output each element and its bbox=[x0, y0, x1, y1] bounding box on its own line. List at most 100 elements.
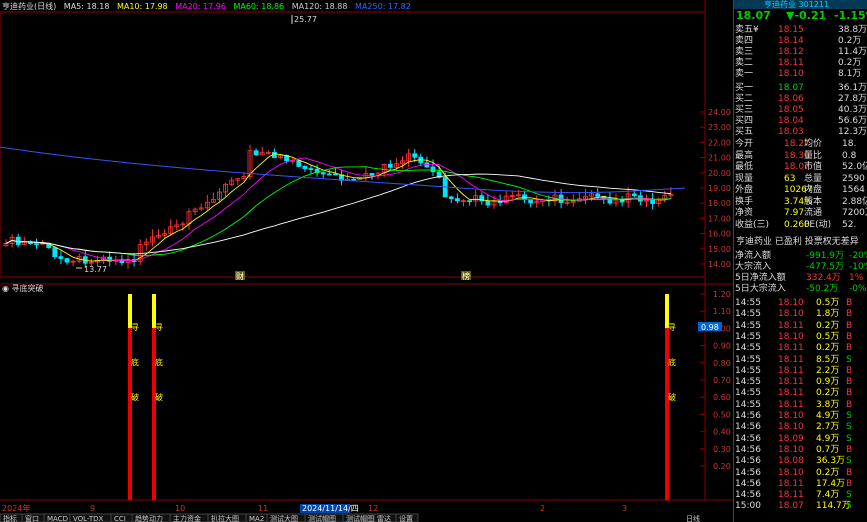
signal-bar-red bbox=[665, 328, 669, 500]
bid-volume: 40.3万 bbox=[838, 105, 867, 115]
candle-body bbox=[308, 168, 314, 170]
price-tick-label: 21.00 bbox=[708, 154, 731, 163]
tab-label: 测试帽图 bbox=[308, 514, 336, 522]
tab-label: 指标 bbox=[3, 514, 17, 522]
tick-row: 14:56 18.10 4.9万 S bbox=[734, 411, 867, 422]
list-marker-label: 榜 bbox=[462, 271, 470, 281]
stat-key: 股本 bbox=[804, 196, 823, 207]
price-tick-label: 16.00 bbox=[708, 230, 731, 239]
bid-label: 买二 bbox=[735, 94, 754, 104]
tick-price: 18.10 bbox=[778, 309, 804, 320]
tick-time: 14:55 bbox=[735, 343, 761, 354]
stat-key: 今开 bbox=[735, 139, 754, 149]
stat-key: 量比 bbox=[804, 150, 823, 161]
candle-body bbox=[528, 199, 533, 204]
tick-row: 14:56 18.10 2.7万 S bbox=[734, 422, 867, 433]
tick-row: 14:56 18.11 7.4万 S bbox=[734, 490, 867, 501]
stat-key: 最高 bbox=[735, 150, 754, 161]
tick-row: 14:55 18.10 0.5万 B bbox=[734, 298, 867, 309]
flow-row: 5日净流入额 332.4万 1% bbox=[734, 273, 867, 284]
candle-body bbox=[351, 178, 357, 181]
stat-value: 0.8 bbox=[842, 150, 857, 161]
price-tick-label: 22.00 bbox=[708, 138, 731, 147]
tick-side: B bbox=[846, 377, 853, 388]
tick-row: 14:55 18.11 0.2万 B bbox=[734, 388, 867, 399]
indicator-tick-label: 0.30 bbox=[713, 445, 731, 454]
quote-panel: 亨迪药业 301211 18.07 ▼-0.21 -1.15% 卖五¥18.15… bbox=[733, 0, 867, 522]
tick-row: 14:56 18.08 36.3万 S bbox=[734, 456, 867, 467]
signal-label: 底 bbox=[131, 357, 139, 367]
date-label: 10 bbox=[175, 504, 185, 513]
signal-bar-red bbox=[152, 328, 156, 500]
date-label: 2024年 bbox=[2, 503, 30, 513]
tab-label: 主力资金 bbox=[173, 514, 201, 522]
bid-volume: 36.1万 bbox=[838, 83, 867, 93]
date-label: 12 bbox=[368, 504, 378, 513]
bid-label: 买一 bbox=[735, 83, 754, 93]
tick-price: 18.11 bbox=[778, 343, 804, 354]
indicator-tick-label: 0.80 bbox=[713, 359, 731, 368]
tab-label: MA2 bbox=[249, 515, 264, 522]
bid-row: 买四 18.04 56.6万 bbox=[734, 116, 867, 127]
tick-time: 14:55 bbox=[735, 331, 761, 342]
price-tick-label: 23.00 bbox=[708, 123, 731, 132]
tick-time: 14:56 bbox=[735, 456, 761, 467]
tab-label: 测试大图 bbox=[270, 514, 298, 522]
tab-label: MACD bbox=[47, 515, 68, 522]
tab-label: 设置 bbox=[399, 514, 413, 522]
tick-volume: 2.7万 bbox=[816, 422, 840, 433]
stat-value: 18. bbox=[842, 139, 857, 149]
date-label: 11 bbox=[258, 504, 268, 513]
stat-key: 流通 bbox=[804, 208, 823, 218]
candle-body bbox=[15, 236, 21, 245]
bid-price: 18.04 bbox=[778, 116, 804, 126]
tick-price: 18.11 bbox=[778, 490, 804, 501]
tick-price: 18.10 bbox=[778, 331, 804, 342]
tick-time: 15:00 bbox=[735, 501, 761, 512]
ask-label: 卖三 bbox=[735, 47, 754, 57]
tick-price: 18.11 bbox=[778, 354, 804, 365]
tick-side: S bbox=[846, 433, 852, 444]
ask-row: 卖五¥ 18.15 38.8万 bbox=[734, 25, 867, 36]
tick-volume: 0.2万 bbox=[816, 343, 840, 354]
quote-header: 亨迪药业 301211 bbox=[734, 0, 867, 9]
ask-volume: 11.4万 bbox=[838, 47, 867, 57]
candle-body bbox=[253, 150, 259, 156]
candlesticks bbox=[3, 144, 674, 269]
ask-label: 卖一 bbox=[735, 69, 754, 79]
tick-row: 14:56 18.10 0.7万 B bbox=[734, 445, 867, 456]
tick-volume: 0.5万 bbox=[816, 331, 840, 342]
date-label: 2 bbox=[540, 504, 545, 513]
stat-value: 1564 bbox=[842, 185, 865, 195]
tick-volume: 0.5万 bbox=[816, 298, 840, 308]
tick-row: 14:55 18.11 0.2万 B bbox=[734, 321, 867, 332]
tick-row: 14:55 18.11 0.2万 B bbox=[734, 343, 867, 354]
ask-row: 卖三 18.12 11.4万 bbox=[734, 47, 867, 58]
tick-time: 14:56 bbox=[735, 422, 761, 433]
date-axis: 2024年 9 10 11 2024/11/14/四 12 2 3 bbox=[2, 503, 627, 513]
price-tick-label: 20.00 bbox=[708, 169, 731, 178]
tick-row: 14:55 18.10 1.8万 B bbox=[734, 309, 867, 320]
tick-volume: 4.9万 bbox=[816, 411, 840, 421]
low-label: 13.77 bbox=[84, 265, 107, 274]
candle-body bbox=[387, 163, 393, 168]
stat-row: 外盘 10267 内盘 1564 bbox=[734, 185, 867, 196]
flow-value: -50.2万 bbox=[806, 284, 839, 294]
tick-time: 14:55 bbox=[735, 377, 761, 388]
tick-price: 18.11 bbox=[778, 377, 804, 388]
bid-price: 18.07 bbox=[778, 83, 804, 93]
candle-body bbox=[302, 165, 308, 169]
company-tags: 亨迪药业 已盈利 投票权无差异 bbox=[736, 237, 859, 247]
flow-key: 5日大宗流入 bbox=[735, 284, 786, 294]
candle-body bbox=[485, 200, 491, 206]
kline-chart[interactable]: 24.00 23.00 22.00 21.00 20.00 19.00 18.00 17.00… bbox=[0, 0, 733, 522]
signal-label: 寻 bbox=[131, 323, 139, 332]
tick-price: 18.11 bbox=[778, 478, 804, 489]
stat-row: 换手 3.74% 股本 2.88亿 bbox=[734, 197, 867, 208]
stat-key: 内盘 bbox=[804, 185, 823, 195]
ask-volume: 0.2万 bbox=[838, 58, 862, 68]
tick-time: 14:56 bbox=[735, 490, 761, 501]
ask-volume: 8.1万 bbox=[838, 69, 862, 79]
tab-label: 趋势动力 bbox=[135, 514, 163, 522]
stat-key: 换手 bbox=[735, 196, 754, 207]
